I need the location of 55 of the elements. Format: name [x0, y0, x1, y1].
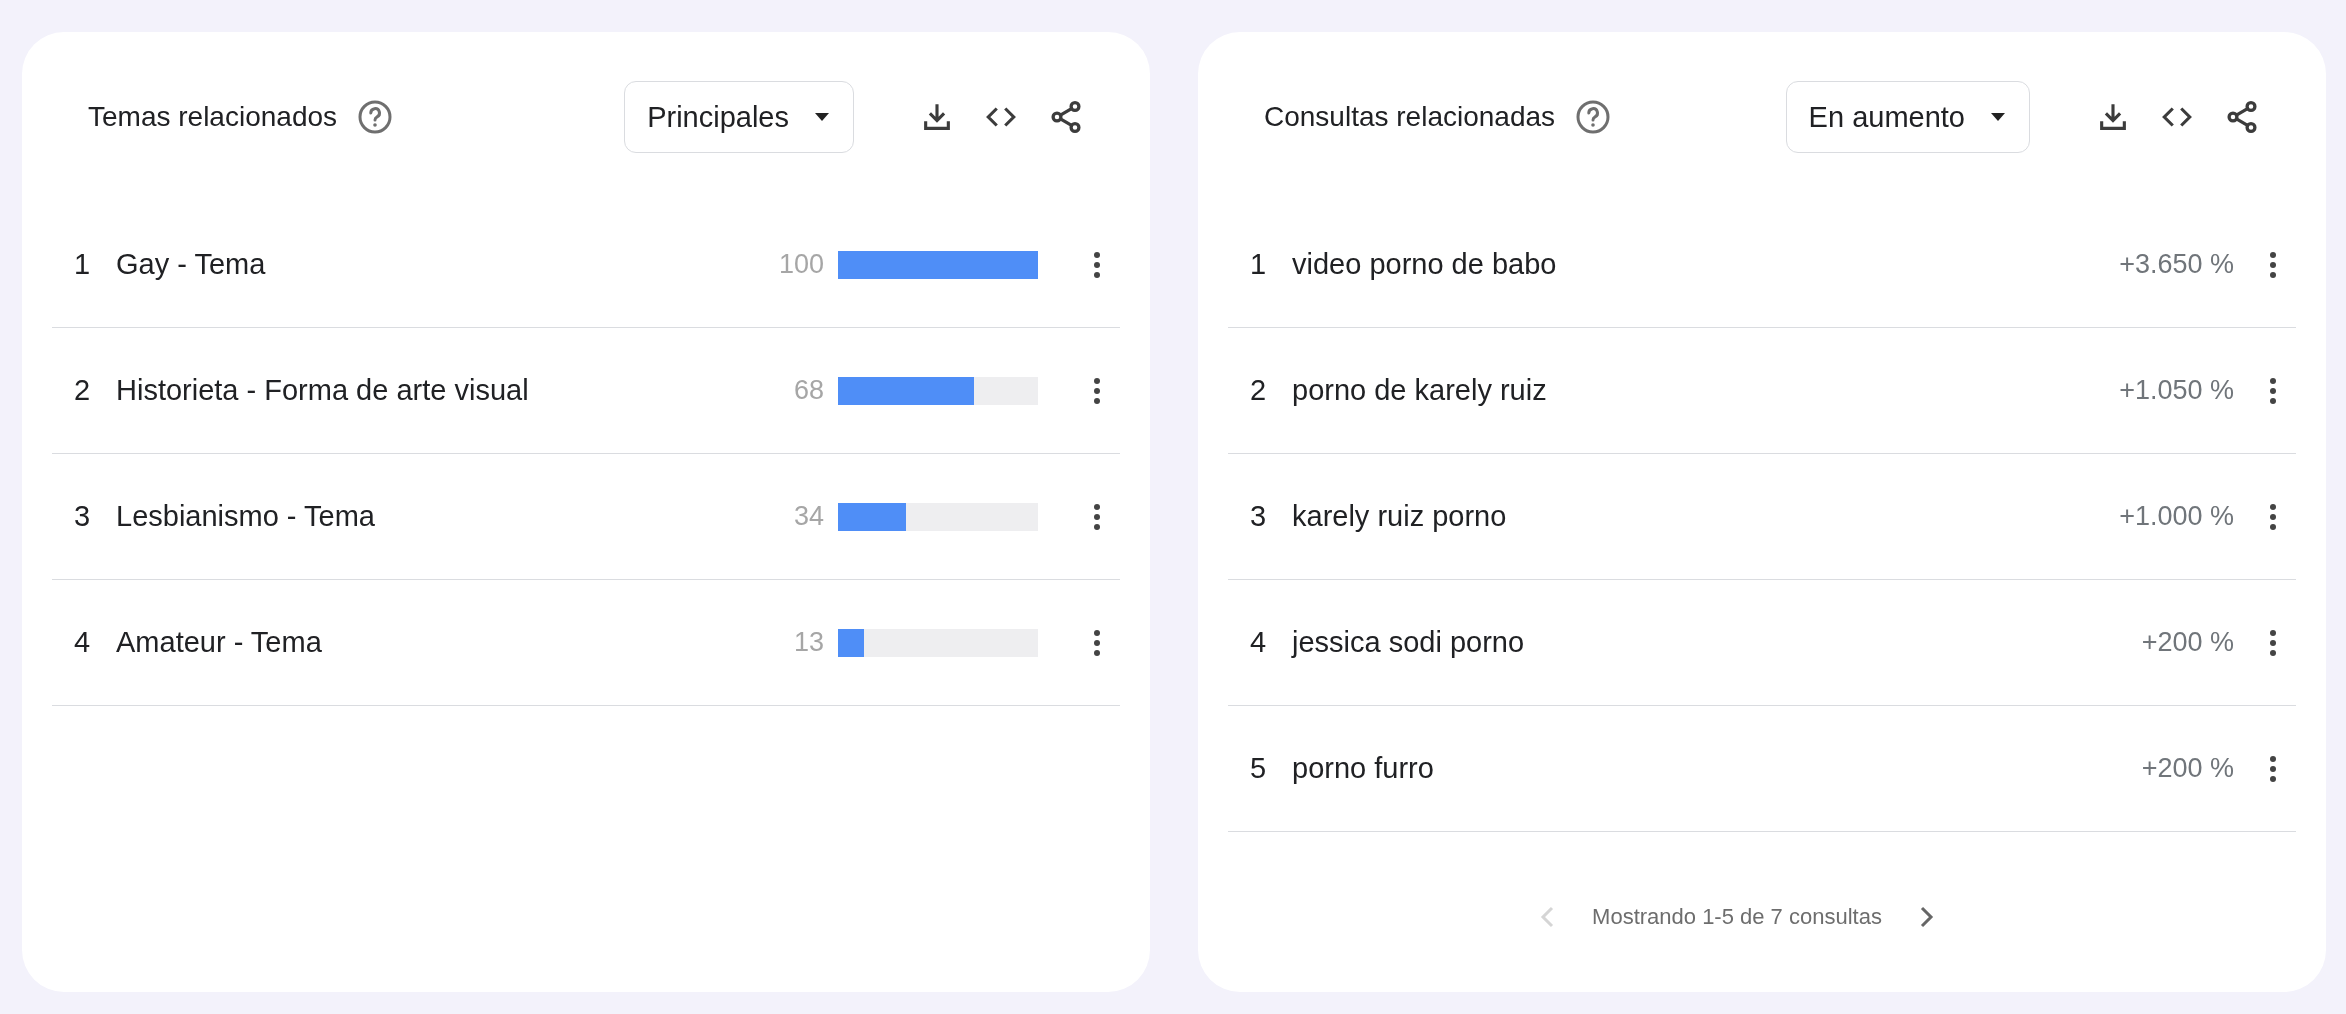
item-label: porno furro	[1292, 752, 1435, 785]
list-item[interactable]: 5 porno furro +200 %	[1228, 706, 2296, 832]
card-title: Temas relacionados	[88, 101, 338, 133]
help-icon[interactable]	[357, 99, 394, 135]
rank-number: 4	[1250, 626, 1268, 659]
card-title: Consultas relacionadas	[1264, 101, 1556, 133]
dropdown[interactable]: Principales	[624, 81, 854, 153]
list-item[interactable]: 1 video porno de babo +3.650 %	[1228, 202, 2296, 328]
rank-number: 1	[74, 248, 92, 281]
pagination-text: Mostrando 1-5 de 7 consultas	[1592, 904, 1882, 930]
caret-down-icon	[1991, 113, 2005, 121]
list-item[interactable]: 3 Lesbianismo - Tema 34	[52, 454, 1120, 580]
more-options-icon[interactable]	[1094, 629, 1100, 656]
score-value: 68	[793, 375, 824, 406]
list-item[interactable]: 2 porno de karely ruiz +1.050 %	[1228, 328, 2296, 454]
list-item[interactable]: 1 Gay - Tema 100	[52, 202, 1120, 328]
rank-number: 4	[74, 626, 92, 659]
list-item[interactable]: 3 karely ruiz porno +1.000 %	[1228, 454, 2296, 580]
item-label: jessica sodi porno	[1292, 626, 1526, 659]
help-icon[interactable]	[1575, 99, 1612, 135]
rank-number: 3	[1250, 500, 1268, 533]
more-options-icon[interactable]	[2270, 629, 2276, 656]
rank-number: 1	[1250, 248, 1268, 281]
list-item[interactable]: 4 jessica sodi porno +200 %	[1228, 580, 2296, 706]
percent-change: +3.650 %	[2119, 249, 2234, 280]
item-label: Gay - Tema	[116, 248, 267, 281]
more-options-icon[interactable]	[2270, 503, 2276, 530]
chevron-right-icon[interactable]	[1919, 906, 1934, 928]
list-item[interactable]: 4 Amateur - Tema 13	[52, 580, 1120, 706]
item-label: Amateur - Tema	[116, 626, 323, 659]
more-options-icon[interactable]	[1094, 503, 1100, 530]
score-value: 34	[793, 501, 824, 532]
item-label: karely ruiz porno	[1292, 500, 1508, 533]
score-value: 100	[778, 249, 824, 280]
list-item[interactable]: 2 Historieta - Forma de arte visual 68	[52, 328, 1120, 454]
item-label: video porno de babo	[1292, 248, 1558, 281]
more-options-icon[interactable]	[2270, 251, 2276, 278]
more-options-icon[interactable]	[1094, 251, 1100, 278]
item-label: Lesbianismo - Tema	[116, 500, 376, 533]
more-options-icon[interactable]	[2270, 377, 2276, 404]
more-options-icon[interactable]	[1094, 377, 1100, 404]
caret-down-icon	[815, 113, 829, 121]
percent-change: +200 %	[2141, 627, 2234, 658]
rank-number: 3	[74, 500, 92, 533]
dropdown[interactable]: En aumento	[1785, 81, 2030, 153]
percent-change: +1.000 %	[2119, 501, 2234, 532]
percent-change: +200 %	[2141, 753, 2234, 784]
more-options-icon[interactable]	[2270, 755, 2276, 782]
item-label: porno de karely ruiz	[1292, 374, 1548, 407]
rank-number: 2	[1250, 374, 1268, 407]
rank-number: 2	[74, 374, 92, 407]
score-value: 13	[793, 627, 824, 658]
rank-number: 5	[1250, 752, 1268, 785]
item-label: Historieta - Forma de arte visual	[116, 374, 530, 407]
percent-change: +1.050 %	[2119, 375, 2234, 406]
